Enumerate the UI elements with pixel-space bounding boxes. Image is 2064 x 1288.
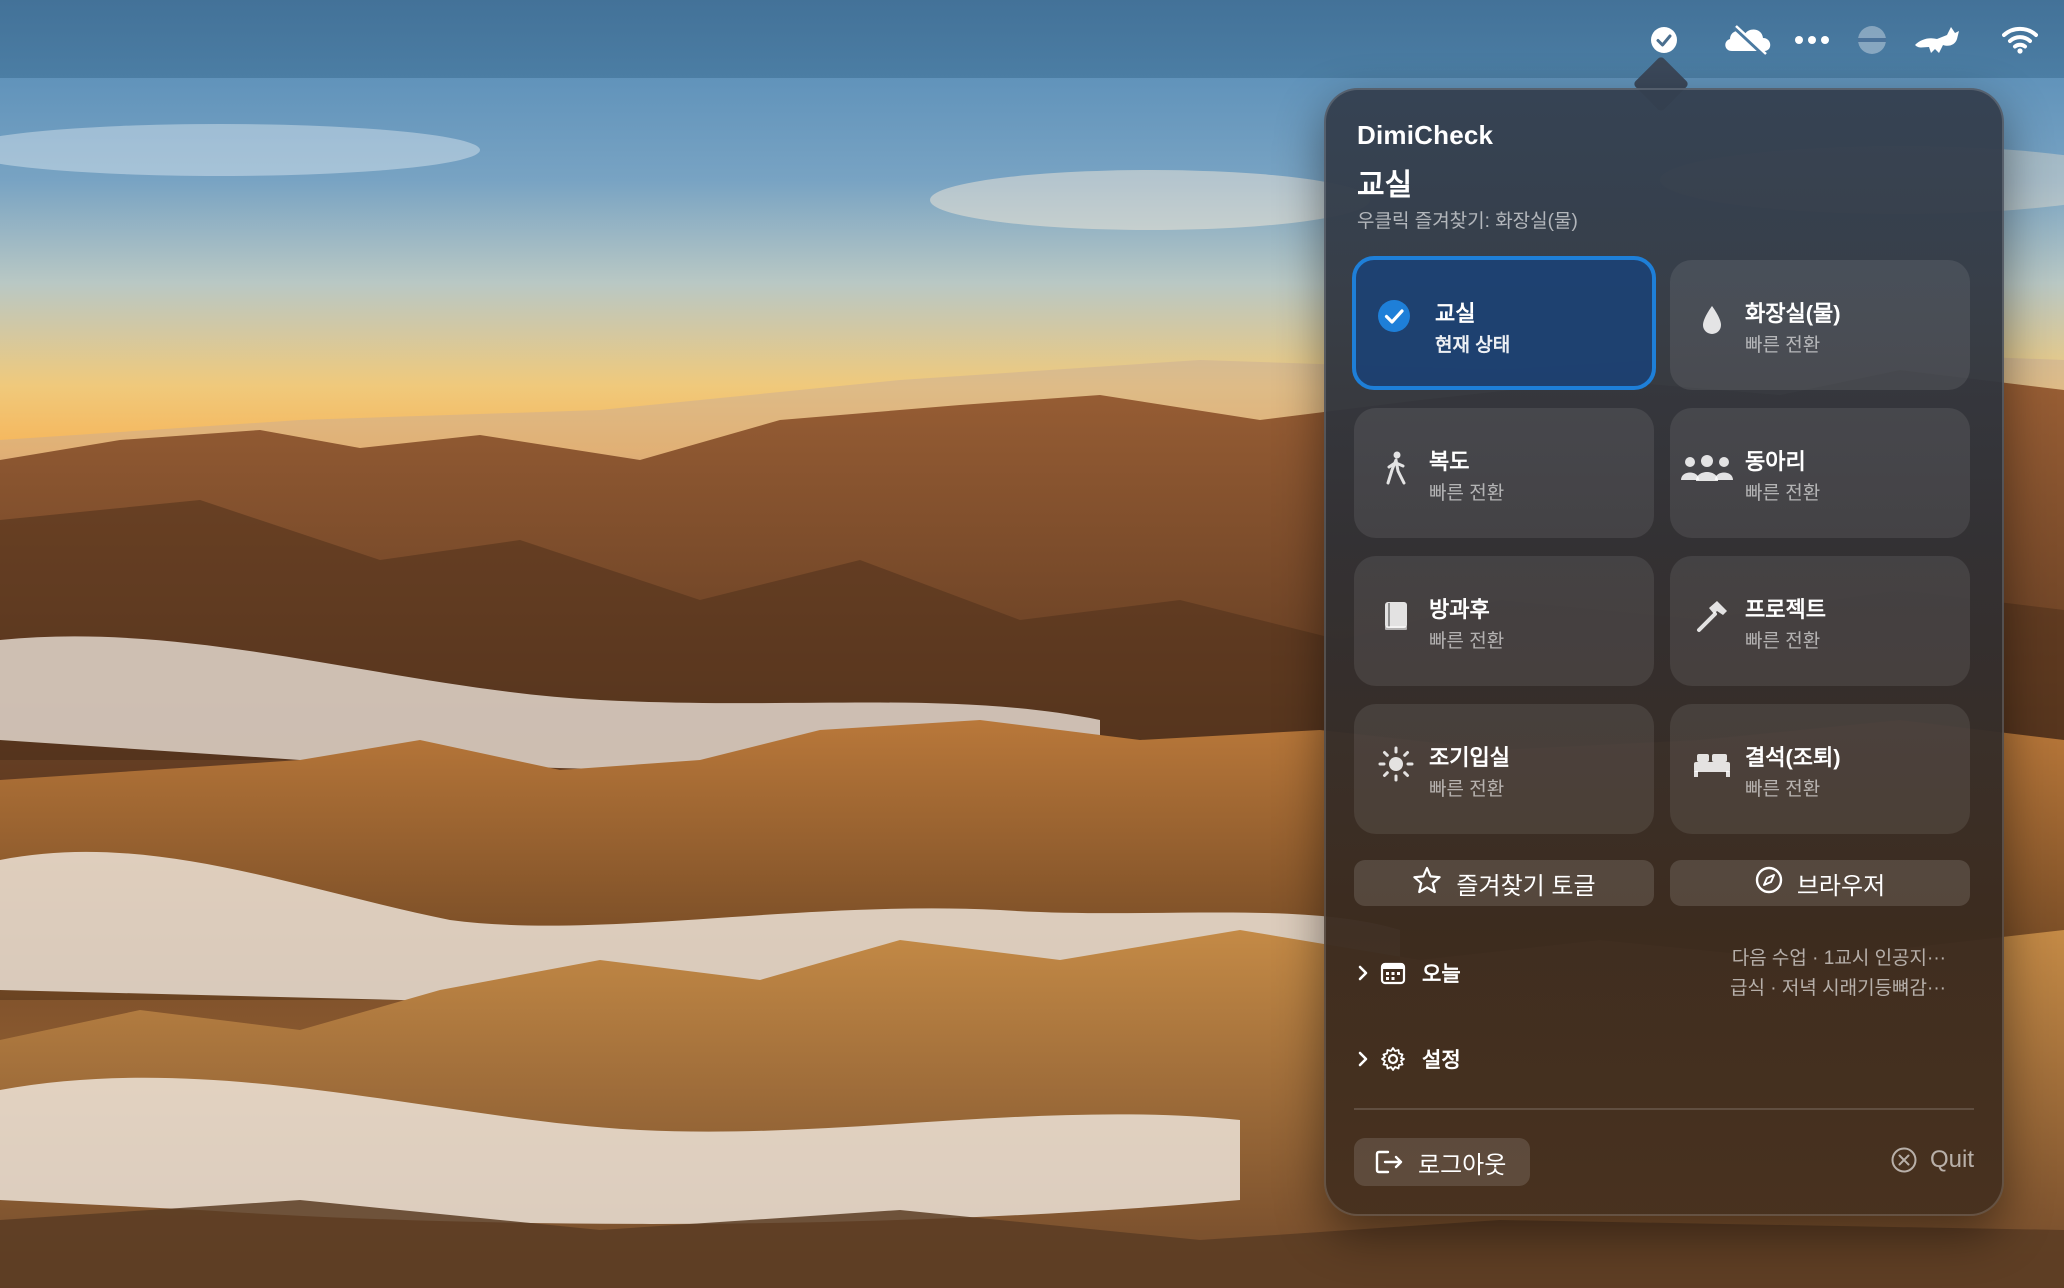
favorite-toggle-label: 즐겨찾기 토글	[1456, 872, 1596, 900]
today-label: 오늘	[1422, 963, 1461, 986]
tile-status: 빠른 전환	[1745, 779, 1821, 800]
favorite-hint: 우클릭 즐겨찾기: 화장실(물)	[1357, 211, 1578, 232]
hammer-icon	[1692, 596, 1732, 636]
settings-disclosure[interactable]: 설정	[1354, 1044, 1461, 1074]
tile-restroom[interactable]: 화장실(물) 빠른 전환	[1670, 260, 1970, 390]
browser-button[interactable]: 브라우저	[1670, 860, 1970, 906]
tile-status: 현재 상태	[1435, 335, 1511, 356]
gear-icon	[1380, 1046, 1406, 1072]
favorite-toggle-button[interactable]: 즐겨찾기 토글	[1354, 860, 1654, 906]
tile-status: 빠른 전환	[1745, 483, 1821, 504]
tile-club[interactable]: 동아리 빠른 전환	[1670, 408, 1970, 538]
quit-label: Quit	[1929, 1146, 1974, 1173]
dimicheck-check-icon[interactable]	[1642, 18, 1686, 62]
tile-status: 빠른 전환	[1429, 631, 1505, 652]
quit-button[interactable]: Quit	[1890, 1146, 1974, 1174]
tile-label: 복도	[1429, 449, 1470, 474]
runcat-icon[interactable]	[1910, 18, 1966, 62]
logout-button[interactable]: 로그아웃	[1354, 1138, 1531, 1186]
tile-classroom[interactable]: 교실 현재 상태	[1352, 256, 1656, 390]
settings-label: 설정	[1422, 1049, 1461, 1072]
tile-absence[interactable]: 결석(조퇴) 빠른 전환	[1670, 704, 1970, 834]
chevron-right-icon	[1354, 1050, 1372, 1068]
tile-status: 빠른 전환	[1429, 483, 1505, 504]
star-icon	[1412, 866, 1442, 901]
calendar-icon	[1380, 961, 1406, 985]
tile-label: 조기입실	[1429, 745, 1510, 770]
meal-text: 급식 · 저녁 시래기등뼈감···	[1730, 978, 1946, 999]
book-icon	[1376, 596, 1416, 636]
chevron-right-icon	[1354, 964, 1372, 982]
divider	[1354, 1108, 1974, 1110]
app-title: DimiCheck	[1357, 120, 1494, 150]
compass-icon	[1755, 866, 1783, 901]
tile-label: 프로젝트	[1745, 597, 1826, 622]
current-location-title: 교실	[1357, 169, 1413, 202]
tile-status: 빠른 전환	[1745, 631, 1821, 652]
globe-icon[interactable]	[1850, 18, 1894, 62]
tile-after-school[interactable]: 방과후 빠른 전환	[1354, 556, 1654, 686]
tile-status: 빠른 전환	[1745, 335, 1821, 356]
today-summary: 다음 수업 · 1교시 인공지··· 급식 · 저녁 시래기등뼈감···	[1730, 944, 1946, 1004]
tile-label: 결석(조퇴)	[1745, 745, 1841, 770]
tile-label: 화장실(물)	[1745, 301, 1841, 326]
browser-label: 브라우저	[1796, 872, 1886, 900]
tile-label: 방과후	[1429, 597, 1490, 622]
bed-icon	[1692, 744, 1732, 784]
wifi-icon[interactable]	[1998, 18, 2042, 62]
logout-icon	[1374, 1148, 1404, 1176]
next-class-text: 다음 수업 · 1교시 인공지···	[1731, 948, 1946, 969]
drop-icon	[1692, 300, 1732, 340]
dimicheck-popover: DimiCheck 교실 우클릭 즐겨찾기: 화장실(물) 교실 현재 상태 화…	[1324, 88, 2004, 1216]
ellipsis-icon[interactable]	[1790, 18, 1834, 62]
tile-label: 교실	[1435, 301, 1476, 326]
checkmark-circle-icon	[1374, 296, 1414, 336]
tile-hallway[interactable]: 복도 빠른 전환	[1354, 408, 1654, 538]
close-circle-icon	[1890, 1146, 1918, 1174]
tile-status: 빠른 전환	[1429, 779, 1505, 800]
walking-icon	[1376, 448, 1416, 488]
cloud-slash-icon[interactable]	[1718, 18, 1778, 62]
tile-project[interactable]: 프로젝트 빠른 전환	[1670, 556, 1970, 686]
tile-label: 동아리	[1745, 449, 1806, 474]
menu-bar	[0, 0, 2064, 78]
logout-label: 로그아웃	[1418, 1151, 1507, 1179]
sun-icon	[1376, 744, 1416, 784]
tile-early-entry[interactable]: 조기입실 빠른 전환	[1354, 704, 1654, 834]
today-disclosure[interactable]: 오늘	[1354, 958, 1461, 988]
people-icon	[1678, 448, 1736, 488]
